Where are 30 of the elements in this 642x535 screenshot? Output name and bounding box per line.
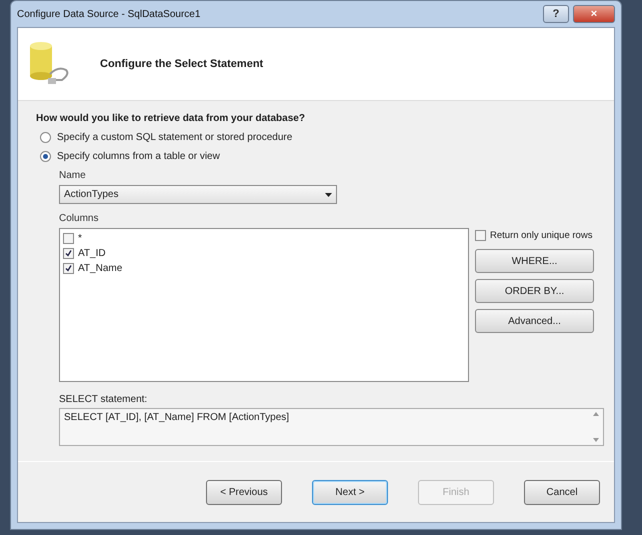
column-label[interactable]: * xyxy=(78,233,82,244)
checkbox[interactable] xyxy=(63,263,74,274)
column-label[interactable]: AT_Name xyxy=(78,263,122,274)
window-title: Configure Data Source - SqlDataSource1 xyxy=(17,8,202,20)
question-text: How would you like to retrieve data from your database? xyxy=(36,113,306,124)
wizard-button[interactable]: < Previous xyxy=(206,480,282,504)
scroll-up-icon[interactable] xyxy=(593,412,599,416)
checkbox[interactable] xyxy=(475,230,486,241)
statement-label: SELECT statement: xyxy=(59,394,148,405)
clause-button[interactable]: Advanced... xyxy=(475,309,594,333)
name-label: Name xyxy=(59,170,87,181)
table-dropdown[interactable]: ActionTypes xyxy=(59,185,337,204)
column-label[interactable]: AT_ID xyxy=(78,248,106,259)
option-label[interactable]: Specify a custom SQL statement or stored procedure xyxy=(57,132,292,143)
clause-button[interactable]: ORDER BY... xyxy=(475,279,594,303)
radio-button[interactable] xyxy=(40,132,51,143)
scroll-down-icon[interactable] xyxy=(593,438,599,442)
wizard-button[interactable]: Next > xyxy=(312,480,388,504)
clause-button[interactable]: WHERE... xyxy=(475,249,594,273)
checkbox[interactable] xyxy=(63,248,74,259)
columns-label: Columns xyxy=(59,213,100,224)
option-label[interactable]: Specify columns from a table or view xyxy=(57,151,220,162)
help-button[interactable]: ? xyxy=(543,5,569,23)
checkbox-label[interactable]: Return only unique rows xyxy=(490,230,592,241)
page-title: Configure the Select Statement xyxy=(100,58,264,70)
statement-box[interactable]: SELECT [AT_ID], [AT_Name] FROM [ActionTypes] xyxy=(59,408,604,446)
wizard-button[interactable]: Cancel xyxy=(524,480,600,504)
dropdown-arrow-icon[interactable] xyxy=(325,192,332,196)
checkbox[interactable] xyxy=(63,233,74,244)
radio-button[interactable] xyxy=(40,151,51,162)
